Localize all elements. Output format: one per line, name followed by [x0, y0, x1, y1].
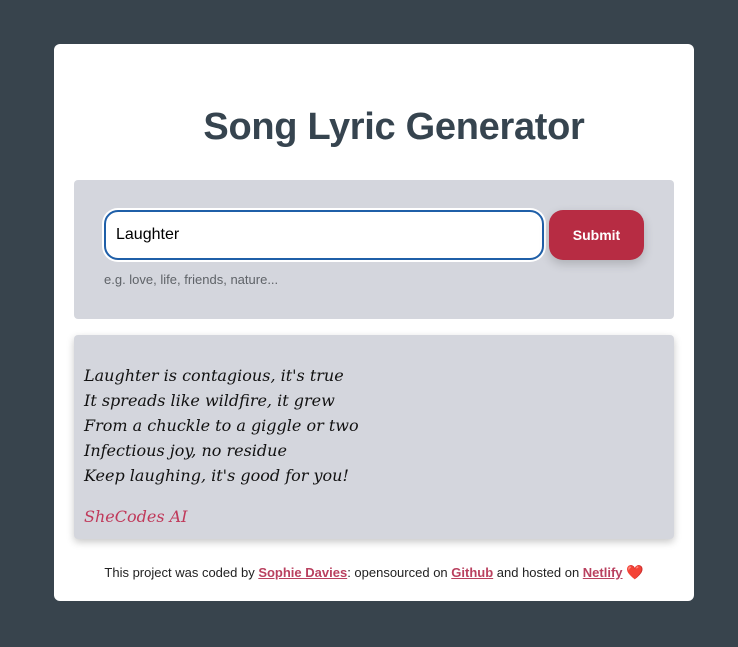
poem-signature: SheCodes AI	[84, 507, 188, 526]
lyric-form: Submit e.g. love, life, friends, nature.…	[74, 180, 674, 319]
app-card: Song Lyric Generator Submit e.g. love, l…	[54, 44, 694, 601]
topic-input[interactable]	[104, 210, 544, 260]
netlify-link[interactable]: Netlify	[583, 565, 623, 580]
input-hint: e.g. love, life, friends, nature...	[104, 272, 279, 287]
submit-button[interactable]: Submit	[549, 210, 644, 260]
page-title: Song Lyric Generator	[203, 106, 585, 148]
heart-icon: ❤️	[626, 564, 644, 580]
poem-line: It spreads like wildfire, it grew	[84, 391, 335, 410]
footer-text-before: This project was coded by	[104, 565, 259, 580]
poem-line: Keep laughing, it's good for you!	[84, 466, 349, 485]
poem-output: Laughter is contagious, it's true It spr…	[74, 335, 674, 539]
poem-line: Laughter is contagious, it's true	[84, 366, 344, 385]
poem-line: From a chuckle to a giggle or two	[84, 416, 359, 435]
footer-text-after: and hosted on	[493, 565, 583, 580]
poem-line: Infectious joy, no residue	[84, 441, 287, 460]
poem-lines: Laughter is contagious, it's true It spr…	[84, 363, 359, 488]
author-link[interactable]: Sophie Davies	[258, 565, 347, 580]
footer-text-middle: : opensourced on	[347, 565, 452, 580]
github-link[interactable]: Github	[451, 565, 493, 580]
footer: This project was coded by Sophie Davies:…	[54, 564, 694, 581]
